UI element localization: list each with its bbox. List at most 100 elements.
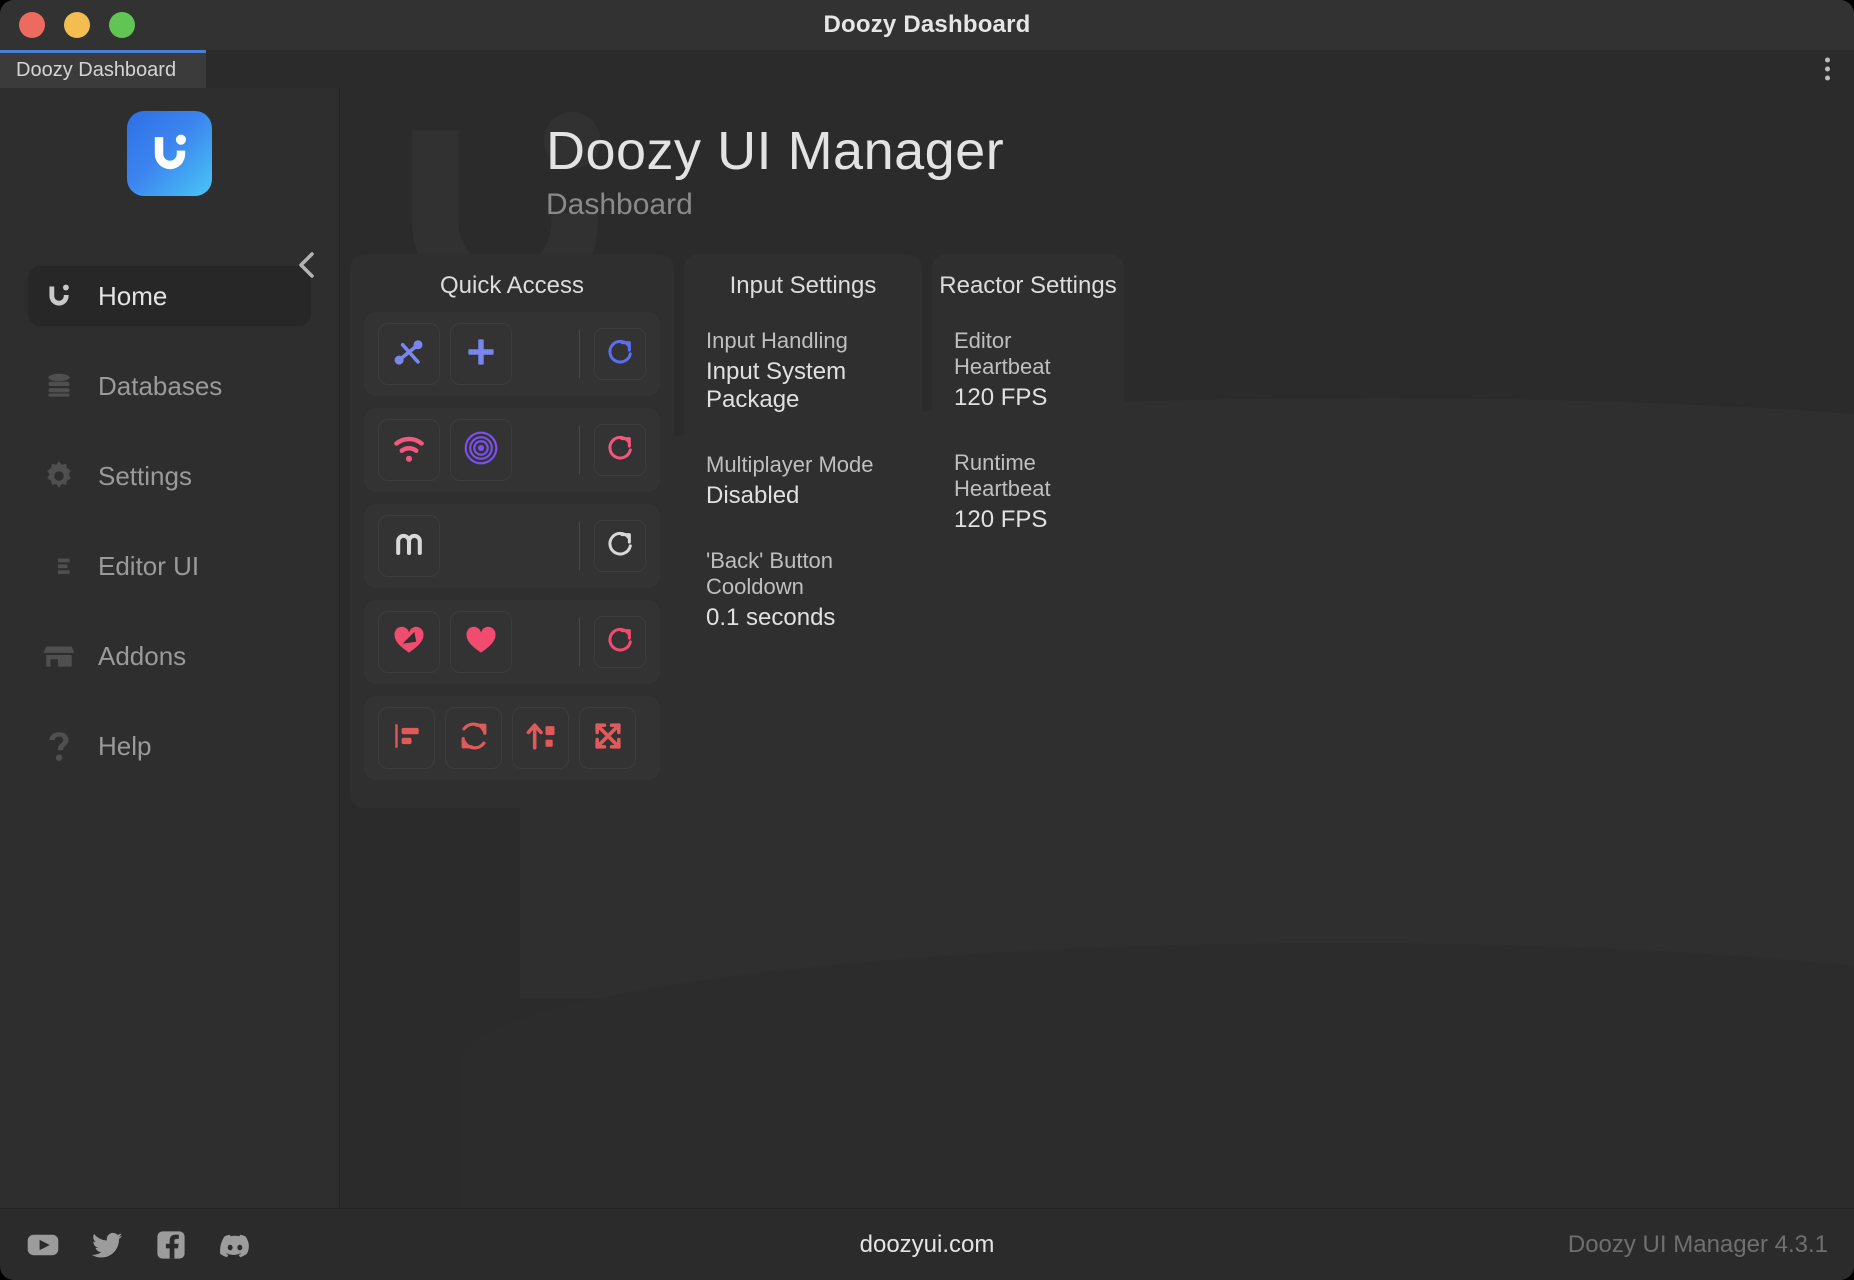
page-title: Doozy UI Manager <box>546 121 1005 181</box>
reactor-settings-card: Reactor Settings Editor Heartbeat 120 FP… <box>932 254 1124 788</box>
version-label: Doozy UI Manager 4.3.1 <box>1567 1230 1828 1258</box>
sidebar-item-label: Settings <box>98 460 192 491</box>
expand-arrows-icon <box>590 718 626 759</box>
sidebar-item-editor-ui[interactable]: Editor UI <box>28 536 311 596</box>
heart-button[interactable] <box>450 611 512 673</box>
arrow-up-nodes-button[interactable] <box>512 707 569 769</box>
radar-target-button[interactable] <box>450 419 512 481</box>
reactor-settings-body: Editor Heartbeat 120 FPS Runtime Heartbe… <box>932 328 1124 534</box>
refresh-icon <box>605 433 635 468</box>
page-header: Doozy UI Manager Dashboard <box>340 88 1854 222</box>
heart-icon <box>463 622 499 663</box>
tab-doozy-dashboard[interactable]: Doozy Dashboard <box>0 50 206 88</box>
cards-container: Quick Access Input Settings Input Handli… <box>340 222 1854 808</box>
quick-access-row <box>364 312 660 396</box>
align-left-icon <box>389 718 425 759</box>
tab-label: Doozy Dashboard <box>16 59 177 81</box>
setting-value: Disabled <box>706 482 800 509</box>
quick-access-row <box>364 504 660 588</box>
gear-icon <box>42 459 76 493</box>
setting-value: 120 FPS <box>954 506 1048 533</box>
mody-button[interactable] <box>378 515 440 577</box>
setting-value: Input System Package <box>706 358 847 413</box>
sidebar: Home Databases Settings Editor UI Addons… <box>0 88 340 1208</box>
arrow-up-nodes-icon <box>523 718 559 759</box>
logo-wrap <box>0 111 339 196</box>
refresh-button[interactable] <box>594 520 646 572</box>
sidebar-item-label: Editor UI <box>98 550 200 581</box>
sidebar-collapse-button[interactable] <box>289 246 325 290</box>
sidebar-item-label: Home <box>98 280 168 311</box>
doozy-logo-icon <box>127 111 212 196</box>
heart-arrow-button[interactable] <box>378 611 440 673</box>
sidebar-nav: Home Databases Settings Editor UI Addons… <box>0 266 339 806</box>
youtube-icon[interactable] <box>26 1228 60 1262</box>
setting-label: Runtime Heartbeat <box>954 450 1051 501</box>
facebook-icon[interactable] <box>154 1228 188 1262</box>
align-left-button[interactable] <box>378 707 435 769</box>
app-body: Home Databases Settings Editor UI Addons… <box>0 88 1854 1208</box>
question-mark-icon <box>42 729 76 763</box>
quick-access-row-actions <box>579 520 646 572</box>
refresh-button[interactable] <box>594 616 646 668</box>
title-bar: Doozy Dashboard <box>0 0 1854 50</box>
wifi-question-button[interactable] <box>378 419 440 481</box>
mody-m-icon <box>391 526 427 567</box>
kebab-menu-icon[interactable] <box>1817 52 1838 87</box>
nody-graph-icon <box>391 334 427 375</box>
main-content: Doozy UI Manager Dashboard Quick Access <box>340 88 1854 1208</box>
maximize-button[interactable] <box>109 12 135 38</box>
setting-label: 'Back' Button Cooldown <box>706 548 834 599</box>
editor-ui-icon <box>42 549 76 583</box>
sync-refresh-icon <box>456 718 492 759</box>
quick-access-card: Quick Access <box>350 254 674 808</box>
window-controls <box>19 12 135 38</box>
expand-arrows-button[interactable] <box>579 707 636 769</box>
input-settings-title: Input Settings <box>729 272 877 299</box>
close-button[interactable] <box>19 12 45 38</box>
setting-value: 120 FPS <box>954 384 1048 411</box>
store-icon <box>42 639 76 673</box>
sidebar-item-addons[interactable]: Addons <box>28 626 311 686</box>
footer: doozyui.com Doozy UI Manager 4.3.1 <box>0 1208 1854 1280</box>
add-button[interactable] <box>450 323 512 385</box>
sidebar-item-help[interactable]: Help <box>28 716 311 776</box>
quick-access-title: Quick Access <box>439 272 585 299</box>
heart-arrow-icon <box>391 622 427 663</box>
radar-target-icon <box>463 430 499 471</box>
sync-refresh-button[interactable] <box>445 707 502 769</box>
app-window: Doozy Dashboard Doozy Dashboard Home Dat… <box>0 0 1854 1280</box>
refresh-button[interactable] <box>594 328 646 380</box>
setting-label: Editor Heartbeat <box>954 328 1051 379</box>
sidebar-item-home[interactable]: Home <box>28 266 311 326</box>
setting-value: 0.1 seconds <box>706 604 836 631</box>
wifi-question-icon <box>391 430 427 471</box>
divider <box>579 618 580 666</box>
nody-graph-button[interactable] <box>378 323 440 385</box>
refresh-button[interactable] <box>594 424 646 476</box>
twitter-icon[interactable] <box>90 1228 124 1262</box>
setting-label: Input Handling <box>706 328 848 353</box>
quick-access-row-actions <box>579 616 646 668</box>
refresh-icon <box>605 529 635 564</box>
discord-icon[interactable] <box>218 1228 252 1262</box>
quick-access-row-actions <box>579 424 646 476</box>
sidebar-item-settings[interactable]: Settings <box>28 446 311 506</box>
background-curve-lower <box>460 943 1854 1208</box>
quick-access-row <box>364 696 660 780</box>
sidebar-item-label: Help <box>98 730 152 761</box>
input-settings-card: Input Settings Input Handling Input Syst… <box>684 254 922 788</box>
refresh-icon <box>605 625 635 660</box>
sidebar-item-databases[interactable]: Databases <box>28 356 311 416</box>
window-title: Doozy Dashboard <box>823 11 1031 38</box>
tab-strip: Doozy Dashboard <box>0 50 1854 88</box>
divider <box>579 426 580 474</box>
social-links <box>26 1228 252 1262</box>
refresh-icon <box>605 337 635 372</box>
minimize-button[interactable] <box>64 12 90 38</box>
sidebar-item-label: Databases <box>98 370 223 401</box>
page-subtitle: Dashboard <box>546 188 693 221</box>
